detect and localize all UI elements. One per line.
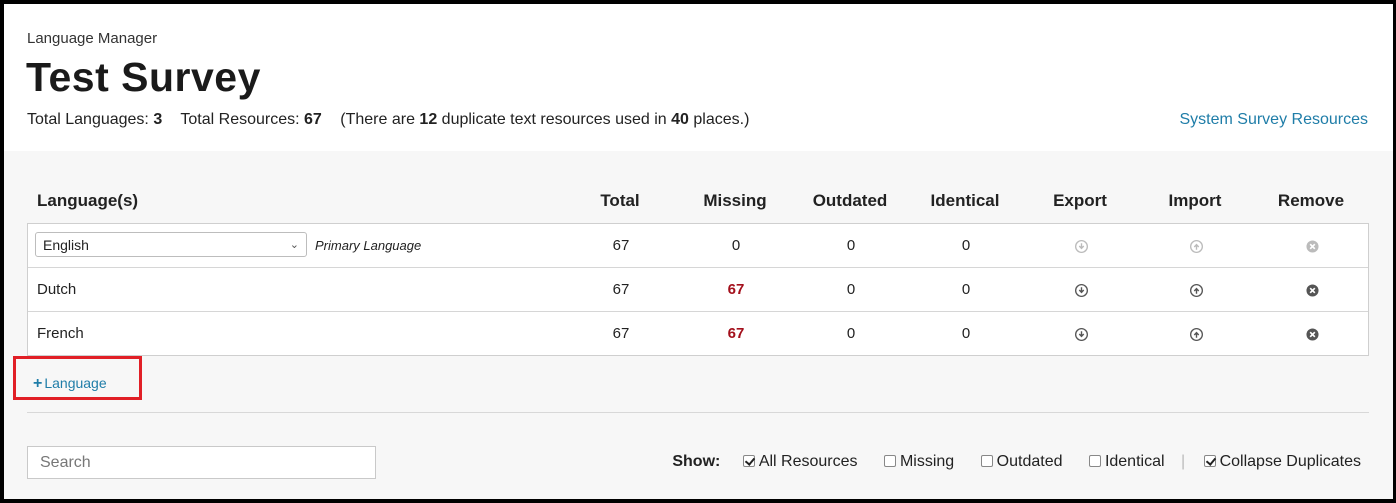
show-label: Show: — [672, 453, 721, 470]
header-section: Language Manager Test Survey Total Langu… — [4, 4, 1393, 151]
total-cell: 67 — [612, 281, 630, 298]
col-language: Language(s) — [37, 191, 139, 210]
language-name: Dutch — [37, 281, 77, 298]
upload-circle-icon — [1189, 327, 1203, 341]
duplicates-count: 12 — [419, 111, 438, 128]
survey-stats: Total Languages: 3 Total Resources: 67 (… — [27, 111, 749, 129]
plus-icon: + — [33, 375, 43, 392]
close-circle-icon — [1305, 239, 1319, 253]
checkbox-collapse-duplicates[interactable] — [1203, 455, 1216, 467]
col-identical: Identical — [930, 191, 1000, 210]
primary-language-select[interactable]: English ⌄ — [35, 232, 307, 257]
filter-label-collapse-duplicates[interactable]: Collapse Duplicates — [1220, 453, 1361, 470]
add-language-button[interactable]: + Language — [33, 375, 107, 393]
col-export: Export — [1053, 191, 1107, 210]
remove-button[interactable] — [1261, 268, 1363, 311]
identical-cell: 0 — [961, 237, 971, 254]
checkbox-all-resources[interactable] — [742, 455, 755, 467]
total-resources-label: Total Resources: — [180, 111, 300, 128]
close-circle-icon — [1305, 283, 1319, 297]
total-languages-label: Total Languages: — [27, 111, 149, 128]
download-circle-icon — [1074, 239, 1088, 253]
col-total: Total — [600, 191, 640, 210]
filter-label-outdated[interactable]: Outdated — [997, 453, 1063, 470]
total-resources-value: 67 — [304, 111, 322, 128]
languages-panel: Language(s) Total Missing Outdated Ident… — [4, 151, 1393, 499]
remove-button — [1261, 224, 1363, 267]
missing-cell[interactable]: 67 — [685, 312, 787, 355]
import-button[interactable] — [1145, 312, 1247, 355]
show-filters: Show: All Resources Missing Outdated Ide… — [672, 453, 1361, 471]
upload-circle-icon — [1189, 239, 1203, 253]
close-circle-icon — [1305, 327, 1319, 341]
language-name: French — [37, 325, 84, 342]
table-header: Language(s) Total Missing Outdated Ident… — [27, 191, 1369, 221]
breadcrumb: Language Manager — [27, 30, 158, 47]
filter-separator: | — [1180, 453, 1186, 470]
outdated-cell: 0 — [846, 237, 856, 254]
filter-label-all-resources[interactable]: All Resources — [759, 453, 858, 470]
download-circle-icon — [1074, 327, 1088, 341]
system-survey-resources-link[interactable]: System Survey Resources — [1179, 111, 1368, 129]
table-row: English ⌄ Primary Language 67 0 0 0 — [28, 224, 1368, 268]
checkbox-outdated[interactable] — [980, 455, 993, 467]
languages-table: English ⌄ Primary Language 67 0 0 0 Dutc… — [27, 223, 1369, 356]
col-import: Import — [1168, 191, 1222, 210]
page-title: Test Survey — [26, 54, 261, 100]
divider — [27, 412, 1369, 413]
download-circle-icon — [1074, 283, 1088, 297]
filter-label-identical[interactable]: Identical — [1105, 453, 1165, 470]
primary-language-label: Primary Language — [315, 238, 422, 253]
identical-cell: 0 — [961, 325, 971, 342]
col-remove: Remove — [1277, 191, 1345, 210]
table-row: Dutch 67 67 0 0 — [28, 268, 1368, 312]
filter-label-missing[interactable]: Missing — [900, 453, 954, 470]
missing-cell[interactable]: 67 — [685, 268, 787, 311]
search-input[interactable] — [27, 446, 376, 479]
add-language-label: Language — [44, 375, 107, 391]
col-outdated: Outdated — [812, 191, 888, 210]
language-manager-window: Language Manager Test Survey Total Langu… — [4, 4, 1393, 499]
total-cell: 67 — [612, 325, 630, 342]
identical-cell: 0 — [961, 281, 971, 298]
import-button[interactable] — [1145, 268, 1247, 311]
outdated-cell: 0 — [846, 325, 856, 342]
duplicates-prefix: (There are — [340, 111, 415, 128]
upload-circle-icon — [1189, 283, 1203, 297]
remove-button[interactable] — [1261, 312, 1363, 355]
checkbox-identical[interactable] — [1088, 455, 1101, 467]
duplicates-places: 40 — [671, 111, 689, 128]
total-languages-value: 3 — [153, 111, 163, 128]
col-missing: Missing — [703, 191, 767, 210]
outdated-cell: 0 — [846, 281, 856, 298]
export-button[interactable] — [1030, 312, 1132, 355]
export-button — [1030, 224, 1132, 267]
chevron-down-icon: ⌄ — [289, 239, 299, 251]
missing-cell: 0 — [731, 237, 741, 254]
duplicates-middle: duplicate text resources used in — [441, 111, 667, 128]
total-cell: 67 — [612, 237, 630, 254]
checkbox-missing[interactable] — [883, 455, 896, 467]
table-row: French 67 67 0 0 — [28, 312, 1368, 355]
primary-language-value: English — [43, 237, 89, 253]
import-button — [1145, 224, 1247, 267]
duplicates-suffix: places.) — [693, 111, 750, 128]
export-button[interactable] — [1030, 268, 1132, 311]
